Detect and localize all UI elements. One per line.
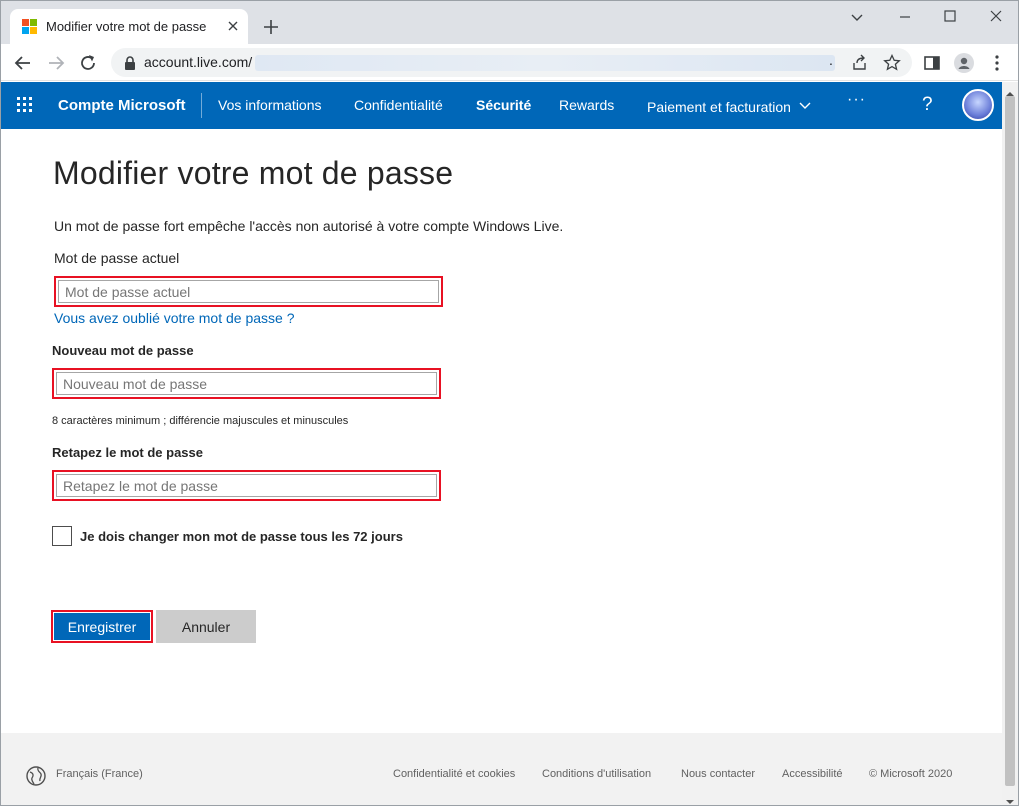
expire-checkbox-label[interactable]: Je dois changer mon mot de passe tous le…: [80, 529, 403, 544]
browser-menu-icon[interactable]: [987, 53, 1007, 73]
maximize-icon[interactable]: [936, 6, 964, 28]
microsoft-logo-icon: [22, 19, 38, 35]
reload-icon[interactable]: [77, 52, 99, 74]
app-launcher-icon[interactable]: [17, 97, 33, 113]
password-hint: 8 caractères minimum ; différencie majus…: [52, 415, 349, 427]
close-window-icon[interactable]: [982, 6, 1010, 28]
save-button[interactable]: Enregistrer: [54, 613, 150, 640]
nav-rewards[interactable]: Rewards: [559, 97, 614, 113]
nav-securite[interactable]: Sécurité: [476, 97, 531, 113]
forward-arrow-icon[interactable]: [45, 52, 67, 74]
intro-text: Un mot de passe fort empêche l'accès non…: [54, 218, 564, 234]
nav-vos-informations[interactable]: Vos informations: [218, 97, 322, 113]
scroll-up-icon[interactable]: [1006, 85, 1014, 96]
current-password-highlight: [54, 276, 443, 307]
current-password-label: Mot de passe actuel: [54, 250, 180, 266]
nav-paiement-label: Paiement et facturation: [647, 99, 791, 115]
bookmark-star-icon[interactable]: [883, 53, 901, 72]
page-title: Modifier votre mot de passe: [53, 155, 454, 191]
address-bar[interactable]: account.live.com/ .: [111, 48, 912, 77]
nav-confidentialite[interactable]: Confidentialité: [354, 97, 443, 113]
avatar[interactable]: [962, 89, 994, 121]
tab-search-icon[interactable]: [843, 6, 871, 28]
footer-copyright: © Microsoft 2020: [869, 768, 953, 780]
new-password-label: Nouveau mot de passe: [52, 343, 194, 358]
url-trail: .: [829, 52, 833, 68]
save-button-highlight: Enregistrer: [51, 610, 153, 643]
forgot-password-link[interactable]: Vous avez oublié votre mot de passe ?: [54, 310, 294, 326]
side-panel-icon[interactable]: [922, 53, 942, 73]
chevron-down-icon: [799, 97, 811, 113]
page-scrollbar[interactable]: [1002, 82, 1018, 805]
help-icon[interactable]: ?: [922, 94, 933, 116]
nav-paiement-facturation[interactable]: Paiement et facturation: [647, 97, 811, 115]
language-selector[interactable]: Français (France): [56, 768, 143, 780]
retype-password-highlight: [52, 470, 441, 501]
retype-password-input[interactable]: [56, 474, 437, 497]
tab-strip: Modifier votre mot de passe: [1, 1, 1018, 44]
close-tab-icon[interactable]: [224, 17, 242, 35]
share-icon[interactable]: [851, 54, 869, 72]
minimize-icon[interactable]: [891, 6, 919, 28]
browser-window: Modifier votre mot de passe account.live…: [0, 0, 1019, 806]
cancel-button[interactable]: Annuler: [156, 610, 256, 643]
browser-toolbar: account.live.com/ .: [1, 44, 1018, 81]
page-footer: Français (France) Confidentialité et coo…: [1, 733, 1002, 805]
scroll-down-icon[interactable]: [1006, 793, 1014, 804]
current-password-input[interactable]: [58, 280, 439, 303]
new-password-highlight: [52, 368, 441, 399]
url-text: account.live.com/: [144, 54, 253, 70]
header-divider: [201, 93, 202, 118]
account-header: Compte Microsoft Vos informations Confid…: [1, 82, 1002, 129]
url-redacted: [255, 55, 835, 71]
main-content: Modifier votre mot de passe Un mot de pa…: [1, 129, 1002, 733]
retype-password-label: Retapez le mot de passe: [52, 445, 203, 460]
tab-title: Modifier votre mot de passe: [46, 19, 207, 34]
back-arrow-icon[interactable]: [12, 52, 34, 74]
browser-tab[interactable]: Modifier votre mot de passe: [10, 9, 248, 44]
profile-icon[interactable]: [954, 53, 974, 73]
lock-icon[interactable]: [123, 55, 137, 71]
footer-link-contact[interactable]: Nous contacter: [681, 768, 755, 780]
new-password-input[interactable]: [56, 372, 437, 395]
globe-icon[interactable]: [26, 766, 46, 786]
expire-checkbox[interactable]: [52, 526, 72, 546]
brand-title[interactable]: Compte Microsoft: [58, 97, 186, 114]
new-tab-icon[interactable]: [261, 17, 281, 37]
scroll-thumb[interactable]: [1005, 96, 1015, 786]
footer-link-accessibility[interactable]: Accessibilité: [782, 768, 843, 780]
footer-link-privacy[interactable]: Confidentialité et cookies: [393, 768, 515, 780]
footer-link-terms[interactable]: Conditions d'utilisation: [542, 768, 651, 780]
more-menu[interactable]: ···: [847, 91, 866, 109]
